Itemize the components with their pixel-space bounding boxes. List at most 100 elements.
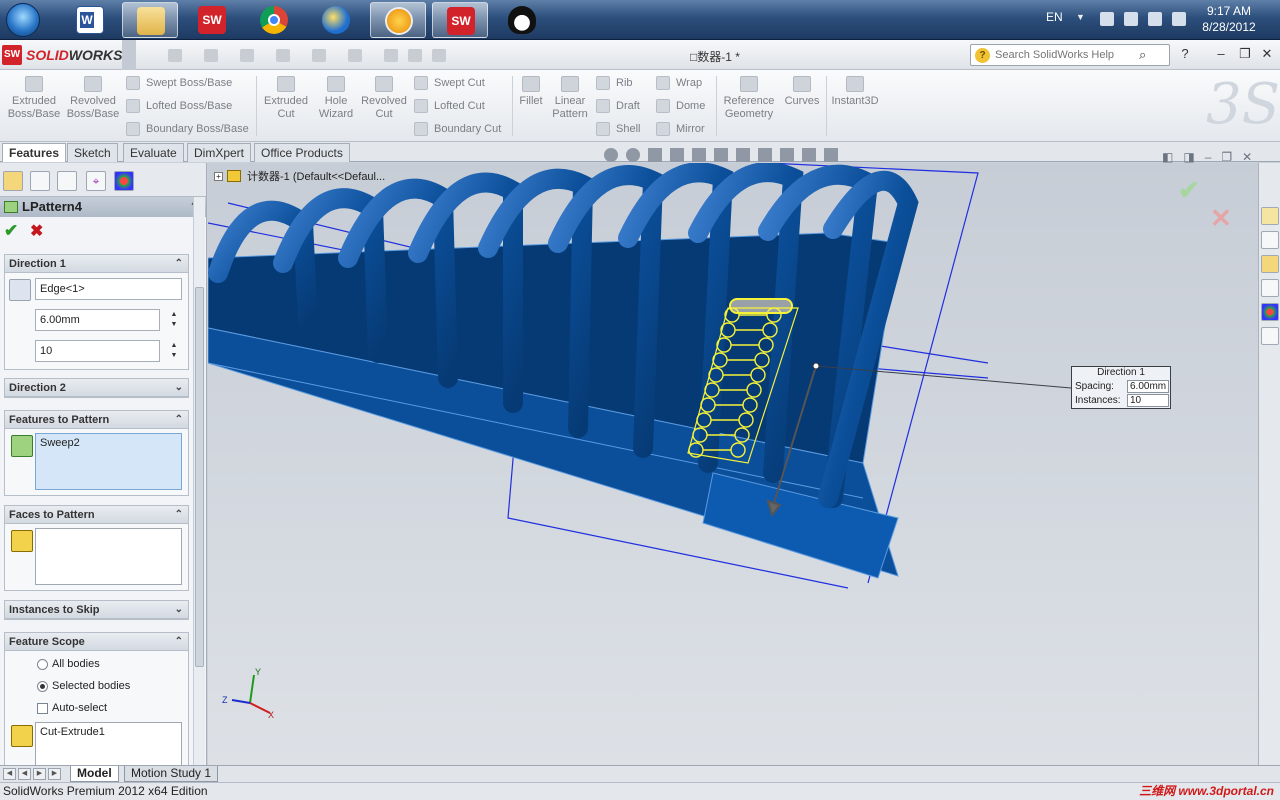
flag-icon[interactable] bbox=[1100, 12, 1114, 26]
hide-show-icon[interactable] bbox=[736, 148, 750, 162]
checkbox[interactable] bbox=[37, 702, 48, 714]
prev-tab-icon[interactable]: ◀ bbox=[18, 768, 31, 780]
minimize-button[interactable]: – bbox=[1212, 46, 1230, 62]
extruded-cut-button[interactable]: Extruded Cut bbox=[258, 76, 314, 121]
tile-left-icon[interactable]: ◧ bbox=[1162, 150, 1173, 164]
search-icon[interactable]: ⌕ bbox=[1139, 47, 1146, 63]
undo-icon[interactable] bbox=[312, 49, 326, 62]
volume-icon[interactable] bbox=[1172, 12, 1186, 26]
start-button[interactable] bbox=[6, 3, 40, 37]
scrollbar-thumb[interactable] bbox=[195, 287, 204, 667]
options-icon[interactable] bbox=[432, 49, 446, 62]
network-icon[interactable] bbox=[1148, 12, 1162, 26]
spacing-up-icon[interactable]: ▲ bbox=[169, 310, 179, 320]
lofted-cut-button[interactable]: Lofted Cut bbox=[414, 97, 485, 115]
selected-bodies-option[interactable]: Selected bodies bbox=[37, 678, 130, 694]
taskbar-word[interactable]: W bbox=[62, 2, 118, 38]
collapse-icon[interactable]: ⌃ bbox=[175, 411, 183, 429]
scene-icon[interactable] bbox=[780, 148, 794, 162]
appearances-icon[interactable] bbox=[1261, 303, 1279, 321]
expand-icon[interactable]: ⌄ bbox=[175, 379, 183, 397]
file-properties-icon[interactable] bbox=[408, 49, 422, 62]
direction2-header[interactable]: Direction 2 ⌄ bbox=[5, 379, 188, 397]
minimize-icon[interactable]: – bbox=[1205, 150, 1212, 164]
draft-button[interactable]: Draft bbox=[596, 97, 640, 115]
configuration-manager-icon[interactable] bbox=[57, 171, 77, 191]
taskbar-solidworks[interactable]: SW bbox=[184, 2, 240, 38]
direction1-header[interactable]: Direction 1 ⌃ bbox=[5, 255, 188, 273]
open-icon[interactable] bbox=[204, 49, 218, 62]
confirm-cancel-icon[interactable]: ✕ bbox=[1210, 203, 1232, 234]
radio-button[interactable] bbox=[37, 658, 48, 670]
taskbar-solidworks-2[interactable]: SW bbox=[432, 2, 488, 38]
swept-cut-button[interactable]: Swept Cut bbox=[414, 74, 485, 92]
auto-select-option[interactable]: Auto-select bbox=[37, 700, 107, 716]
camera-icon[interactable] bbox=[824, 148, 838, 162]
model-view[interactable]: Y X Z bbox=[208, 163, 1258, 765]
swept-boss-button[interactable]: Swept Boss/Base bbox=[126, 74, 232, 92]
tab-features[interactable]: Features bbox=[2, 143, 67, 162]
confirm-ok-icon[interactable]: ✔ bbox=[1178, 175, 1200, 206]
print-icon[interactable] bbox=[276, 49, 290, 62]
revolved-cut-button[interactable]: Revolved Cut bbox=[356, 76, 412, 121]
features-to-pattern-header[interactable]: Features to Pattern ⌃ bbox=[5, 411, 188, 429]
instances-up-icon[interactable]: ▲ bbox=[169, 341, 179, 351]
tile-right-icon[interactable]: ◨ bbox=[1183, 150, 1194, 164]
system-clock[interactable]: 9:17 AM 8/28/2012 bbox=[1196, 3, 1262, 35]
file-explorer-icon[interactable] bbox=[1261, 255, 1279, 273]
collapse-icon[interactable]: ⌃ bbox=[175, 255, 183, 273]
list-item[interactable]: Cut-Extrude1 bbox=[40, 726, 177, 738]
rebuild-icon[interactable] bbox=[384, 49, 398, 62]
expand-icon[interactable]: + bbox=[214, 171, 223, 181]
list-item[interactable]: Sweep2 bbox=[40, 437, 177, 449]
spacing-field[interactable]: 6.00mm bbox=[35, 309, 160, 331]
dome-button[interactable]: Dome bbox=[656, 97, 705, 115]
dimxpert-manager-icon[interactable]: ⌖ bbox=[86, 171, 106, 191]
instances-field[interactable]: 10 bbox=[35, 340, 160, 362]
close-button[interactable]: ✕ bbox=[1258, 46, 1276, 62]
lofted-boss-button[interactable]: Lofted Boss/Base bbox=[126, 97, 232, 115]
cancel-button[interactable]: ✖ bbox=[30, 221, 43, 241]
tab-motion-study[interactable]: Motion Study 1 bbox=[124, 766, 219, 782]
restore-button[interactable]: ❐ bbox=[1236, 46, 1254, 62]
select-icon[interactable] bbox=[348, 49, 362, 62]
home-icon[interactable] bbox=[1261, 207, 1279, 225]
menu-arrow[interactable] bbox=[122, 40, 136, 70]
chevron-down-icon[interactable]: ▼ bbox=[1076, 12, 1086, 26]
feature-tree-flyout[interactable]: + 计数器-1 (Default<<Defaul... bbox=[214, 169, 385, 183]
view-palette-icon[interactable] bbox=[1261, 279, 1279, 297]
collapse-icon[interactable]: ⌃ bbox=[175, 633, 183, 651]
display-manager-icon[interactable] bbox=[114, 171, 134, 191]
solidworks-logo[interactable]: SW SOLIDWORKS bbox=[2, 44, 122, 66]
taskbar-explorer[interactable] bbox=[122, 2, 178, 38]
tab-evaluate[interactable]: Evaluate bbox=[123, 143, 184, 162]
collapse-icon[interactable]: ⌃ bbox=[175, 506, 183, 524]
device-icon[interactable] bbox=[1124, 12, 1138, 26]
fillet-button[interactable]: Fillet bbox=[516, 76, 546, 108]
taskbar-chrome[interactable] bbox=[246, 2, 302, 38]
part-name[interactable]: 计数器-1 (Default<<Defaul... bbox=[247, 168, 385, 184]
display-style-icon[interactable] bbox=[714, 148, 728, 162]
boundary-cut-button[interactable]: Boundary Cut bbox=[414, 120, 501, 138]
direction-callout[interactable]: Direction 1 Spacing: 6.00mm Instances: 1… bbox=[1071, 366, 1171, 409]
reference-geometry-button[interactable]: Reference Geometry bbox=[720, 76, 778, 121]
graphics-area[interactable]: Y X Z + 计数器-1 (Default<<Defaul... ✔ ✕ Di… bbox=[208, 163, 1258, 765]
section-view-icon[interactable] bbox=[670, 148, 684, 162]
view-settings-icon[interactable] bbox=[802, 148, 816, 162]
callout-instances-field[interactable]: 10 bbox=[1127, 394, 1169, 407]
wrap-button[interactable]: Wrap bbox=[656, 74, 702, 92]
mirror-button[interactable]: Mirror bbox=[656, 120, 705, 138]
all-bodies-option[interactable]: All bodies bbox=[37, 656, 100, 672]
taskbar-app[interactable] bbox=[308, 2, 364, 38]
curves-button[interactable]: Curves bbox=[780, 76, 824, 108]
rib-button[interactable]: Rib bbox=[596, 74, 633, 92]
taskbar-weather[interactable] bbox=[370, 2, 426, 38]
language-indicator[interactable]: EN bbox=[1046, 10, 1063, 24]
panel-scrollbar[interactable] bbox=[193, 197, 205, 765]
ok-button[interactable]: ✔ bbox=[4, 221, 18, 241]
reverse-direction-icon[interactable] bbox=[9, 279, 31, 301]
first-tab-icon[interactable]: ◀ bbox=[3, 768, 16, 780]
spacing-down-icon[interactable]: ▼ bbox=[169, 320, 179, 330]
instances-to-skip-group[interactable]: Instances to Skip ⌄ bbox=[4, 600, 189, 620]
feature-manager-icon[interactable] bbox=[3, 171, 23, 191]
